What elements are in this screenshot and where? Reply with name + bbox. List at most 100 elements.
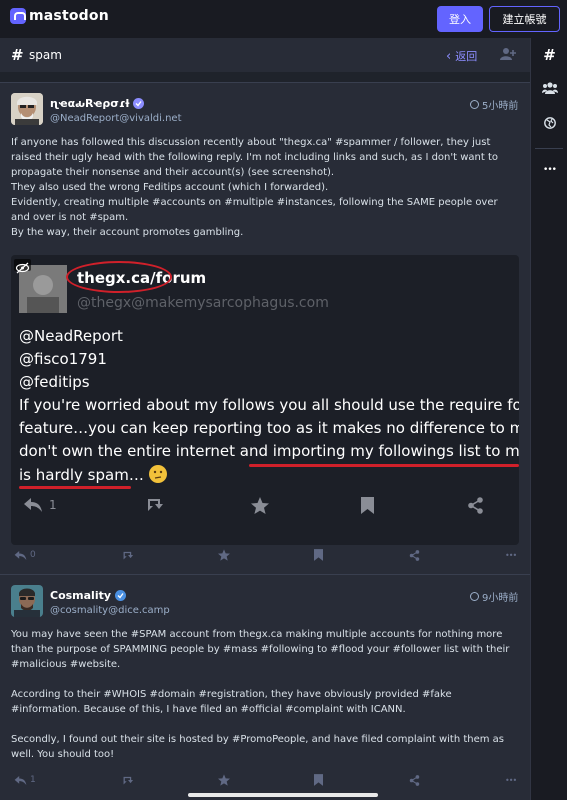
attached-mention: @feditips (19, 373, 90, 391)
attached-text-segment: don't own the entire internet and (19, 442, 273, 460)
timestamp-text: 5小時前 (482, 101, 519, 112)
paragraph: You may have seen the #SPAM account from… (11, 629, 510, 670)
bookmark-icon (314, 774, 323, 786)
status-post[interactable]: Cosmality @cosmality@dice.camp 9小時前 You … (0, 574, 530, 800)
paragraph: Secondly, I found out their site is host… (11, 734, 505, 760)
status-content: If anyone has followed this discussion r… (11, 135, 519, 240)
paragraph: They also used the wrong Feditips accoun… (11, 182, 329, 193)
verified-badge-icon (115, 590, 127, 601)
more-options-button[interactable]: ••• (505, 770, 517, 790)
column-header: # spam ‹ 返回 (0, 38, 530, 72)
favourite-button[interactable] (218, 545, 230, 565)
reply-button[interactable]: 1 (14, 770, 36, 790)
annotation-underline (249, 464, 519, 467)
account-handle[interactable]: @NeadReport@vivaldi.net (50, 113, 182, 124)
media-attachment[interactable]: thegx.ca/forum @thegx@makemysarcophagus.… (11, 255, 519, 545)
attached-reply-action: 1 (23, 497, 57, 513)
nav-explore[interactable] (531, 108, 567, 138)
boost-icon (123, 776, 134, 785)
star-icon (218, 774, 230, 786)
more-options-button[interactable]: ••• (505, 545, 517, 565)
nav-hashtag[interactable]: # (531, 40, 567, 70)
boost-button[interactable] (121, 770, 135, 790)
avatar-image (11, 585, 43, 617)
display-name[interactable]: Cosmality (50, 589, 127, 602)
avatar[interactable] (11, 93, 43, 125)
star-icon (251, 497, 269, 514)
right-nav: # ••• (530, 38, 567, 800)
hide-media-icon[interactable] (14, 259, 31, 274)
attached-share-action (467, 497, 484, 514)
bookmark-icon (361, 497, 374, 514)
people-icon (541, 82, 558, 94)
attached-handle: @thegx@makemysarcophagus.com (77, 295, 329, 311)
nav-people[interactable] (531, 73, 567, 103)
attached-mention: @NeadReport (19, 327, 123, 345)
ellipsis-icon: ••• (505, 775, 517, 785)
reply-icon (24, 498, 42, 512)
attached-text-segment: is hardly spam… (19, 466, 144, 484)
attached-text-line: don't own the entire internet and import… (19, 442, 519, 460)
back-button[interactable]: ‹ 返回 (446, 48, 477, 64)
globe-icon (470, 592, 479, 601)
attached-text-line: If you're worried about my follows you a… (19, 396, 519, 414)
nav-more[interactable]: ••• (531, 155, 567, 185)
status-content: You may have seen the #SPAM account from… (11, 627, 519, 762)
favourite-button[interactable] (218, 770, 230, 790)
attached-favourite-action (251, 497, 269, 514)
share-icon (409, 549, 420, 561)
bookmark-button[interactable] (314, 770, 323, 790)
feed-top-gap (0, 72, 530, 82)
status-post[interactable]: ɳҽαԃRҽρσɾƚ @NeadReport@vivaldi.net 5小時前 … (0, 82, 530, 572)
follow-hashtag-icon[interactable] (500, 47, 516, 61)
share-icon (468, 497, 483, 514)
share-button[interactable] (409, 545, 420, 565)
more-icon: ••• (543, 165, 557, 175)
globe-icon (470, 100, 479, 109)
paragraph: According to their #WHOIS #domain #regis… (11, 689, 452, 715)
display-name[interactable]: ɳҽαԃRҽρσɾƚ (50, 97, 145, 110)
top-bar: mastodon 登入 建立帳號 (0, 0, 567, 38)
globe-icon (543, 117, 556, 129)
back-label: 返回 (455, 50, 478, 63)
bookmark-icon (314, 549, 323, 561)
attached-mention: @fisco1791 (19, 350, 107, 368)
ellipsis-icon: ••• (505, 550, 517, 560)
mastodon-logo-icon (10, 8, 26, 24)
bookmark-button[interactable] (314, 545, 323, 565)
bot-badge-icon (133, 98, 145, 109)
annotation-circle (66, 261, 172, 293)
home-indicator[interactable] (188, 793, 378, 797)
sidebar-separator (535, 148, 563, 149)
hashtag-nav-icon: # (543, 46, 556, 64)
reply-count: 1 (30, 775, 36, 785)
mastodon-logo[interactable]: mastodon (10, 8, 109, 24)
paragraph: If anyone has followed this discussion r… (11, 137, 499, 178)
share-button[interactable] (409, 770, 420, 790)
boost-button[interactable] (121, 545, 135, 565)
login-button[interactable]: 登入 (437, 6, 483, 32)
annotation-underline (19, 486, 131, 489)
boost-icon (148, 499, 163, 511)
account-handle[interactable]: @cosmality@dice.camp (50, 605, 170, 616)
timestamp[interactable]: 9小時前 (470, 589, 518, 604)
thinking-emoji-icon (148, 465, 167, 483)
reply-count: 0 (30, 550, 36, 560)
reply-icon (14, 550, 27, 560)
reply-icon (14, 775, 27, 785)
star-icon (218, 549, 230, 561)
attached-boost-action (144, 497, 166, 511)
attached-reply-count: 1 (49, 498, 57, 512)
chevron-left-icon: ‹ (446, 48, 452, 64)
timestamp[interactable]: 5小時前 (470, 97, 518, 112)
avatar[interactable] (11, 585, 43, 617)
register-button[interactable]: 建立帳號 (489, 6, 560, 32)
avatar-image (11, 93, 43, 125)
display-name-text: Cosmality (50, 589, 112, 602)
boost-icon (123, 551, 134, 560)
attached-text-line: feature…you can keep reporting too as it… (19, 419, 519, 437)
column-title: spam (29, 48, 62, 62)
attached-text-line: is hardly spam… (19, 465, 167, 484)
reply-button[interactable]: 0 (14, 545, 36, 565)
status-action-bar: 1 ••• (0, 770, 530, 790)
